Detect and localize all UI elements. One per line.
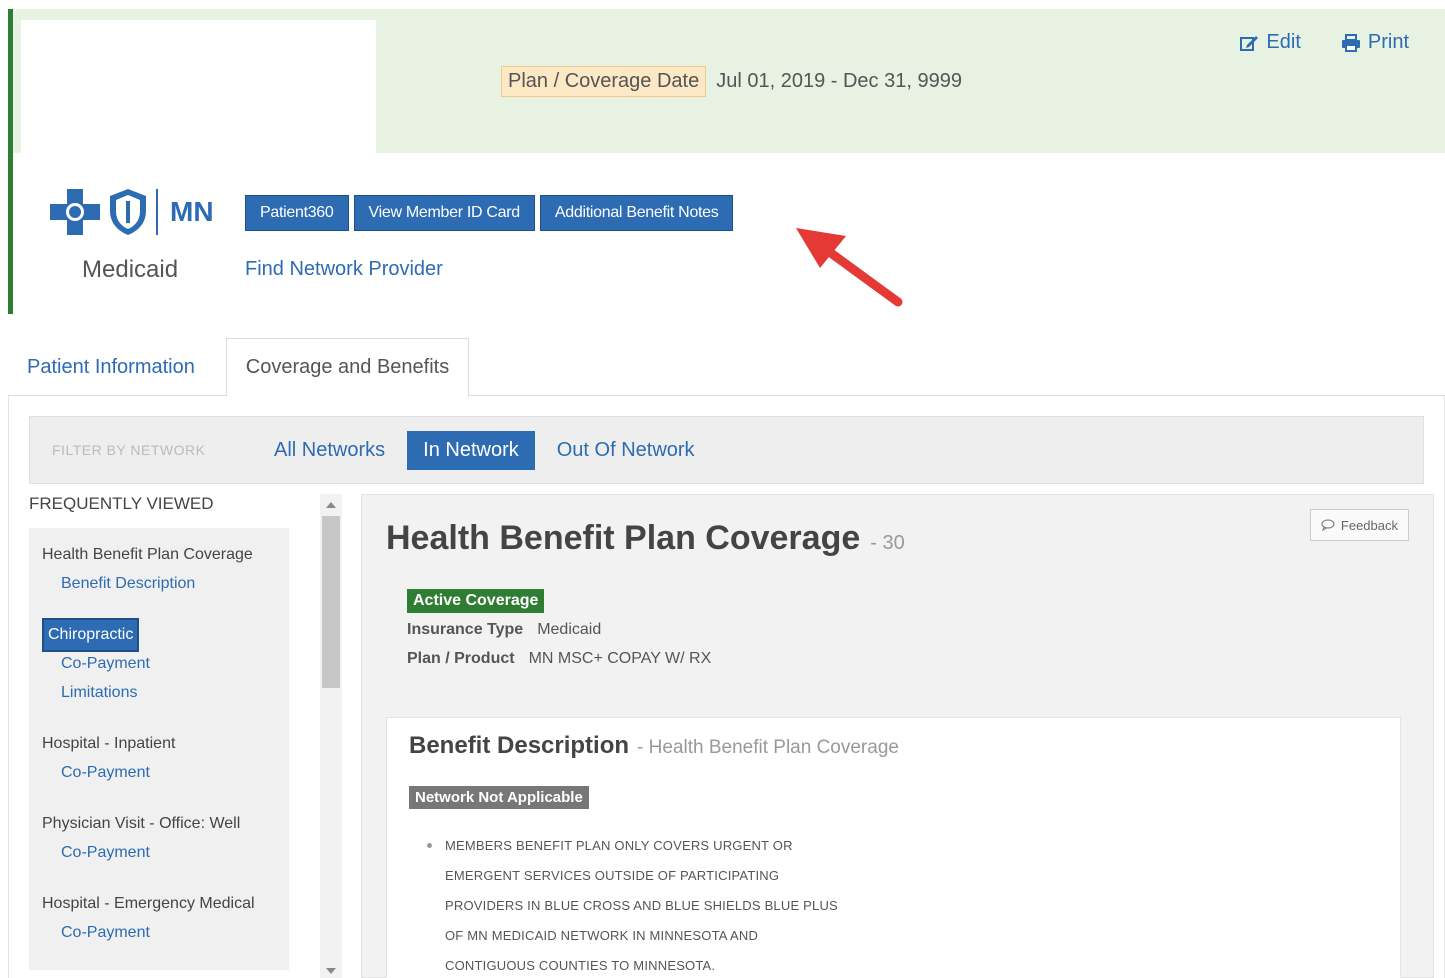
plan-code: - 30 bbox=[870, 532, 905, 554]
sidebar-subitem-co-payment[interactable]: Co-Payment bbox=[42, 918, 289, 947]
benefit-notes: MEMBERS BENEFIT PLAN ONLY COVERS URGENT … bbox=[417, 830, 838, 978]
note-line: PROVIDERS IN BLUE CROSS AND BLUE SHIELDS… bbox=[445, 897, 838, 913]
plan-product-label: Plan / Product bbox=[407, 650, 515, 667]
print-label: Print bbox=[1367, 31, 1409, 53]
sidebar-subitem-co-payment[interactable]: Co-Payment bbox=[42, 758, 289, 787]
sidebar-list: Health Benefit Plan Coverage Benefit Des… bbox=[29, 528, 289, 970]
edit-button[interactable]: Edit bbox=[1239, 31, 1301, 54]
insurance-type-label: Insurance Type bbox=[407, 621, 524, 638]
view-member-id-card-button[interactable]: View Member ID Card bbox=[353, 195, 535, 231]
scroll-up-icon[interactable] bbox=[326, 502, 336, 508]
member-header: Plan / Coverage Date Jul 01, 2019 - Dec … bbox=[8, 9, 1445, 314]
print-icon bbox=[1341, 33, 1360, 52]
note-line: MEMBERS BENEFIT PLAN ONLY COVERS URGENT … bbox=[417, 830, 838, 860]
insurance-type-row: Insurance Type Medicaid bbox=[407, 621, 601, 639]
scroll-down-icon[interactable] bbox=[326, 968, 336, 974]
plan-title-text: Health Benefit Plan Coverage bbox=[386, 519, 861, 557]
filter-label: FILTER BY NETWORK bbox=[52, 442, 206, 458]
edit-icon bbox=[1240, 35, 1259, 51]
additional-benefit-notes-button[interactable]: Additional Benefit Notes bbox=[539, 195, 734, 231]
note-line: OF MN MEDICAID NETWORK IN MINNESOTA AND bbox=[445, 927, 759, 943]
scrollbar-thumb[interactable] bbox=[322, 516, 340, 688]
tab-patient-information[interactable]: Patient Information bbox=[27, 338, 195, 396]
sidebar-item-hospital-inpatient[interactable]: Hospital - Inpatient bbox=[42, 729, 289, 758]
sidebar-title: FREQUENTLY VIEWED bbox=[29, 494, 214, 513]
blank-logo-area bbox=[21, 20, 376, 156]
benefit-description-card: Benefit Description - Health Benefit Pla… bbox=[386, 717, 1401, 978]
plan-product-row: Plan / Product MN MSC+ COPAY W/ RX bbox=[407, 650, 711, 668]
sidebar-subitem-benefit-description[interactable]: Benefit Description bbox=[42, 569, 289, 598]
tab-coverage-and-benefits[interactable]: Coverage and Benefits bbox=[226, 338, 469, 397]
page-title: Health Benefit Plan Coverage - 30 bbox=[386, 519, 905, 558]
annotation-arrow-icon bbox=[796, 228, 903, 307]
sidebar-subitem-co-payment[interactable]: Co-Payment bbox=[42, 838, 289, 867]
edit-label: Edit bbox=[1266, 31, 1301, 53]
tab-bar: Patient Information Coverage and Benefit… bbox=[8, 338, 1445, 397]
sidebar-subitem-limitations[interactable]: Limitations bbox=[42, 678, 289, 707]
blue-shield-logo-icon bbox=[110, 189, 146, 235]
benefit-title-text: Benefit Description bbox=[409, 732, 630, 759]
blue-cross-logo-icon bbox=[50, 189, 100, 235]
sidebar-subitem-co-payment[interactable]: Co-Payment bbox=[42, 649, 289, 678]
sidebar-group: Hospital - Inpatient Co-Payment bbox=[29, 729, 289, 787]
sidebar-scrollbar[interactable] bbox=[320, 494, 342, 978]
filter-out-of-network[interactable]: Out Of Network bbox=[555, 439, 697, 462]
insurance-type-value: Medicaid bbox=[537, 621, 602, 638]
header-buttons: Patient360 View Member ID Card Additiona… bbox=[245, 195, 734, 231]
sidebar-item-physician-visit-office-well[interactable]: Physician Visit - Office: Well bbox=[42, 809, 289, 838]
network-badge: Network Not Applicable bbox=[409, 786, 589, 809]
filter-in-network[interactable]: In Network bbox=[407, 430, 535, 470]
sidebar-group: Hospital - Emergency Medical Co-Payment bbox=[29, 889, 289, 947]
logo-state: MN bbox=[170, 196, 214, 227]
note-line: EMERGENT SERVICES OUTSIDE OF PARTICIPATI… bbox=[445, 867, 780, 883]
note-line: CONTIGUOUS COUNTIES TO MINNESOTA. bbox=[445, 957, 716, 973]
sidebar-group: Chiropractic Co-Payment Limitations bbox=[29, 617, 289, 707]
coverage-date-value: Jul 01, 2019 - Dec 31, 9999 bbox=[716, 70, 962, 92]
coverage-date-label: Plan / Coverage Date bbox=[501, 66, 707, 97]
coverage-date: Plan / Coverage Date Jul 01, 2019 - Dec … bbox=[501, 66, 962, 97]
find-network-provider-link[interactable]: Find Network Provider bbox=[245, 258, 443, 281]
benefit-detail: Feedback Health Benefit Plan Coverage - … bbox=[361, 494, 1434, 978]
sidebar-item-chiropractic[interactable]: Chiropractic bbox=[42, 617, 289, 652]
coverage-panel: FILTER BY NETWORK All Networks In Networ… bbox=[8, 396, 1445, 978]
plan-logo: MN Medicaid bbox=[50, 184, 222, 284]
status-badge: Active Coverage bbox=[407, 589, 545, 613]
plan-product-value: MN MSC+ COPAY W/ RX bbox=[528, 650, 712, 667]
frequently-viewed-sidebar: FREQUENTLY VIEWED Health Benefit Plan Co… bbox=[29, 494, 291, 970]
feedback-label: Feedback bbox=[1340, 517, 1398, 533]
sidebar-item-hospital-emergency-medical[interactable]: Hospital - Emergency Medical bbox=[42, 889, 289, 918]
network-filter-bar: FILTER BY NETWORK All Networks In Networ… bbox=[29, 416, 1424, 484]
header-actions: Edit Print bbox=[1239, 31, 1409, 54]
print-button[interactable]: Print bbox=[1341, 31, 1409, 54]
comment-icon bbox=[1321, 519, 1335, 531]
benefit-title: Benefit Description - Health Benefit Pla… bbox=[409, 732, 899, 760]
sidebar-item-health-benefit-plan-coverage[interactable]: Health Benefit Plan Coverage bbox=[42, 540, 289, 569]
sidebar-group: Health Benefit Plan Coverage Benefit Des… bbox=[29, 540, 289, 598]
logo-subtitle: Medicaid bbox=[82, 256, 179, 283]
patient360-button[interactable]: Patient360 bbox=[245, 195, 349, 231]
filter-all-networks[interactable]: All Networks bbox=[272, 439, 387, 462]
feedback-button[interactable]: Feedback bbox=[1309, 509, 1409, 541]
sidebar-group: Physician Visit - Office: Well Co-Paymen… bbox=[29, 809, 289, 867]
benefit-subtitle: - Health Benefit Plan Coverage bbox=[637, 737, 899, 758]
